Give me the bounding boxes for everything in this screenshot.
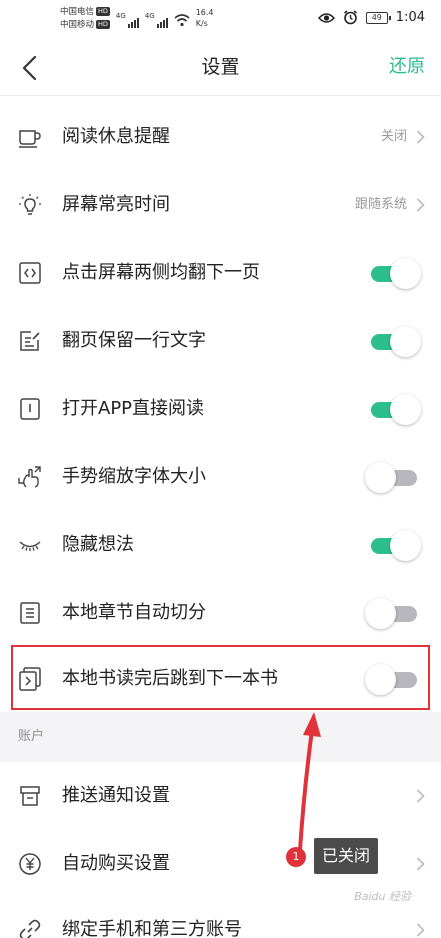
- setting-row-reading-break[interactable]: 阅读休息提醒 关闭: [0, 103, 441, 171]
- nav-bar: 设置 还原: [0, 40, 441, 96]
- signal-icon: 4G: [116, 6, 139, 28]
- network-speed: 16.4 K/s: [195, 8, 214, 28]
- carrier-1: 中国电信: [60, 7, 95, 17]
- chevron-right-icon: [416, 198, 425, 212]
- chevron-right-icon: [416, 857, 425, 871]
- chevron-right-icon: [416, 789, 425, 803]
- setting-label: 推送通知设置: [62, 785, 170, 806]
- chevron-right-icon: [416, 923, 425, 937]
- setting-label: 手势缩放字体大小: [62, 466, 206, 487]
- open-book-icon: [20, 398, 40, 420]
- wifi-icon: [174, 14, 190, 27]
- toggle-switch[interactable]: [365, 393, 421, 425]
- signal-icon: 4G: [145, 6, 168, 28]
- highlight-box: [11, 645, 430, 710]
- setting-label: 绑定手机和第三方账号: [62, 919, 242, 938]
- account-row-push[interactable]: 推送通知设置: [0, 762, 441, 830]
- edit-note-icon: [20, 331, 40, 351]
- setting-label: 打开APP直接阅读: [62, 398, 205, 419]
- setting-label: 阅读休息提醒: [62, 126, 170, 147]
- lightbulb-icon: [19, 194, 41, 215]
- account-section-header: 账户: [0, 712, 441, 762]
- setting-label: 隐藏想法: [62, 534, 134, 555]
- setting-row-pinch-zoom: 手势缩放字体大小: [0, 443, 441, 511]
- toggle-switch[interactable]: [365, 257, 421, 289]
- setting-label: 本地章节自动切分: [62, 602, 206, 623]
- notification-box-icon: [20, 786, 40, 806]
- setting-value: 关闭: [380, 129, 407, 144]
- setting-row-auto-chapter: 本地章节自动切分: [0, 579, 441, 647]
- setting-label: 自动购买设置: [62, 853, 170, 874]
- setting-row-screen-awake[interactable]: 屏幕常亮时间 跟随系统: [0, 171, 441, 239]
- list-doc-icon: [20, 602, 40, 624]
- battery-icon: 49: [365, 11, 391, 24]
- setting-label: 翻页保留一行文字: [62, 330, 206, 351]
- setting-label: 点击屏幕两侧均翻下一页: [62, 262, 260, 283]
- eye-icon: [317, 12, 335, 23]
- section-title: 账户: [18, 729, 45, 744]
- hd-badge: HD: [96, 20, 110, 29]
- setting-value: 跟随系统: [354, 197, 407, 212]
- carrier-2: 中国移动: [60, 20, 95, 30]
- toggle-switch[interactable]: [365, 325, 421, 357]
- restore-button[interactable]: 还原: [389, 40, 425, 94]
- code-brackets-icon: [19, 262, 41, 284]
- toggle-switch[interactable]: [365, 529, 421, 561]
- pinch-gesture-icon: [18, 466, 41, 488]
- closed-eye-icon: [19, 541, 41, 551]
- setting-row-keep-line: 翻页保留一行文字: [0, 307, 441, 375]
- alarm-icon: [343, 10, 357, 25]
- status-bar: 中国电信 HD 中国移动 HD 4G 4G 16.4 K/s 49 1:04: [0, 0, 441, 40]
- carrier-names: 中国电信 HD 中国移动 HD: [60, 6, 110, 32]
- chevron-right-icon: [416, 130, 425, 144]
- hd-badge: HD: [96, 7, 110, 16]
- setting-label: 屏幕常亮时间: [62, 194, 170, 215]
- toggle-switch[interactable]: [365, 461, 421, 493]
- yuan-coin-icon: [19, 853, 41, 875]
- setting-row-tap-sides: 点击屏幕两侧均翻下一页: [0, 239, 441, 307]
- step-badge: 1: [286, 847, 306, 867]
- setting-row-open-app-read: 打开APP直接阅读: [0, 375, 441, 443]
- cup-icon: [19, 130, 41, 148]
- toggle-switch[interactable]: [365, 597, 421, 629]
- setting-row-hide-thoughts: 隐藏想法: [0, 511, 441, 579]
- link-icon: [19, 919, 41, 938]
- watermark-logo: Baidu 经验: [354, 890, 411, 903]
- page-title: 设置: [201, 56, 240, 78]
- annotation-tooltip: 已关闭: [314, 838, 379, 874]
- clock: 1:04: [395, 10, 425, 25]
